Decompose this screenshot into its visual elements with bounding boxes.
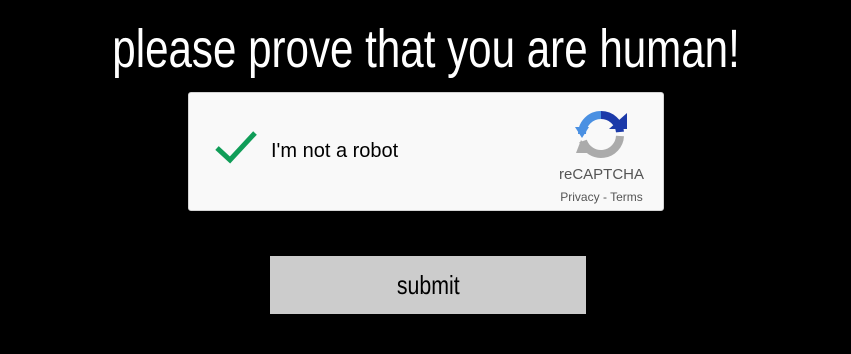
recaptcha-brand: reCAPTCHA [558,166,644,183]
legal-separator: - [599,190,611,204]
terms-link[interactable]: Terms [610,190,643,204]
recaptcha-checkbox[interactable] [211,127,261,167]
recaptcha-legal-links: Privacy - Terms [539,190,664,204]
recaptcha-widget: I'm not a robot reCAPTCHA Privacy - Term… [188,92,664,211]
submit-button-label: submit [396,269,460,300]
recaptcha-label: I'm not a robot [271,140,399,162]
privacy-link[interactable]: Privacy [560,190,599,204]
recaptcha-logo-icon [573,107,629,163]
checkmark-icon [215,131,257,164]
submit-button[interactable]: submit [270,256,586,314]
page-title: please prove that you are human! [112,19,740,79]
